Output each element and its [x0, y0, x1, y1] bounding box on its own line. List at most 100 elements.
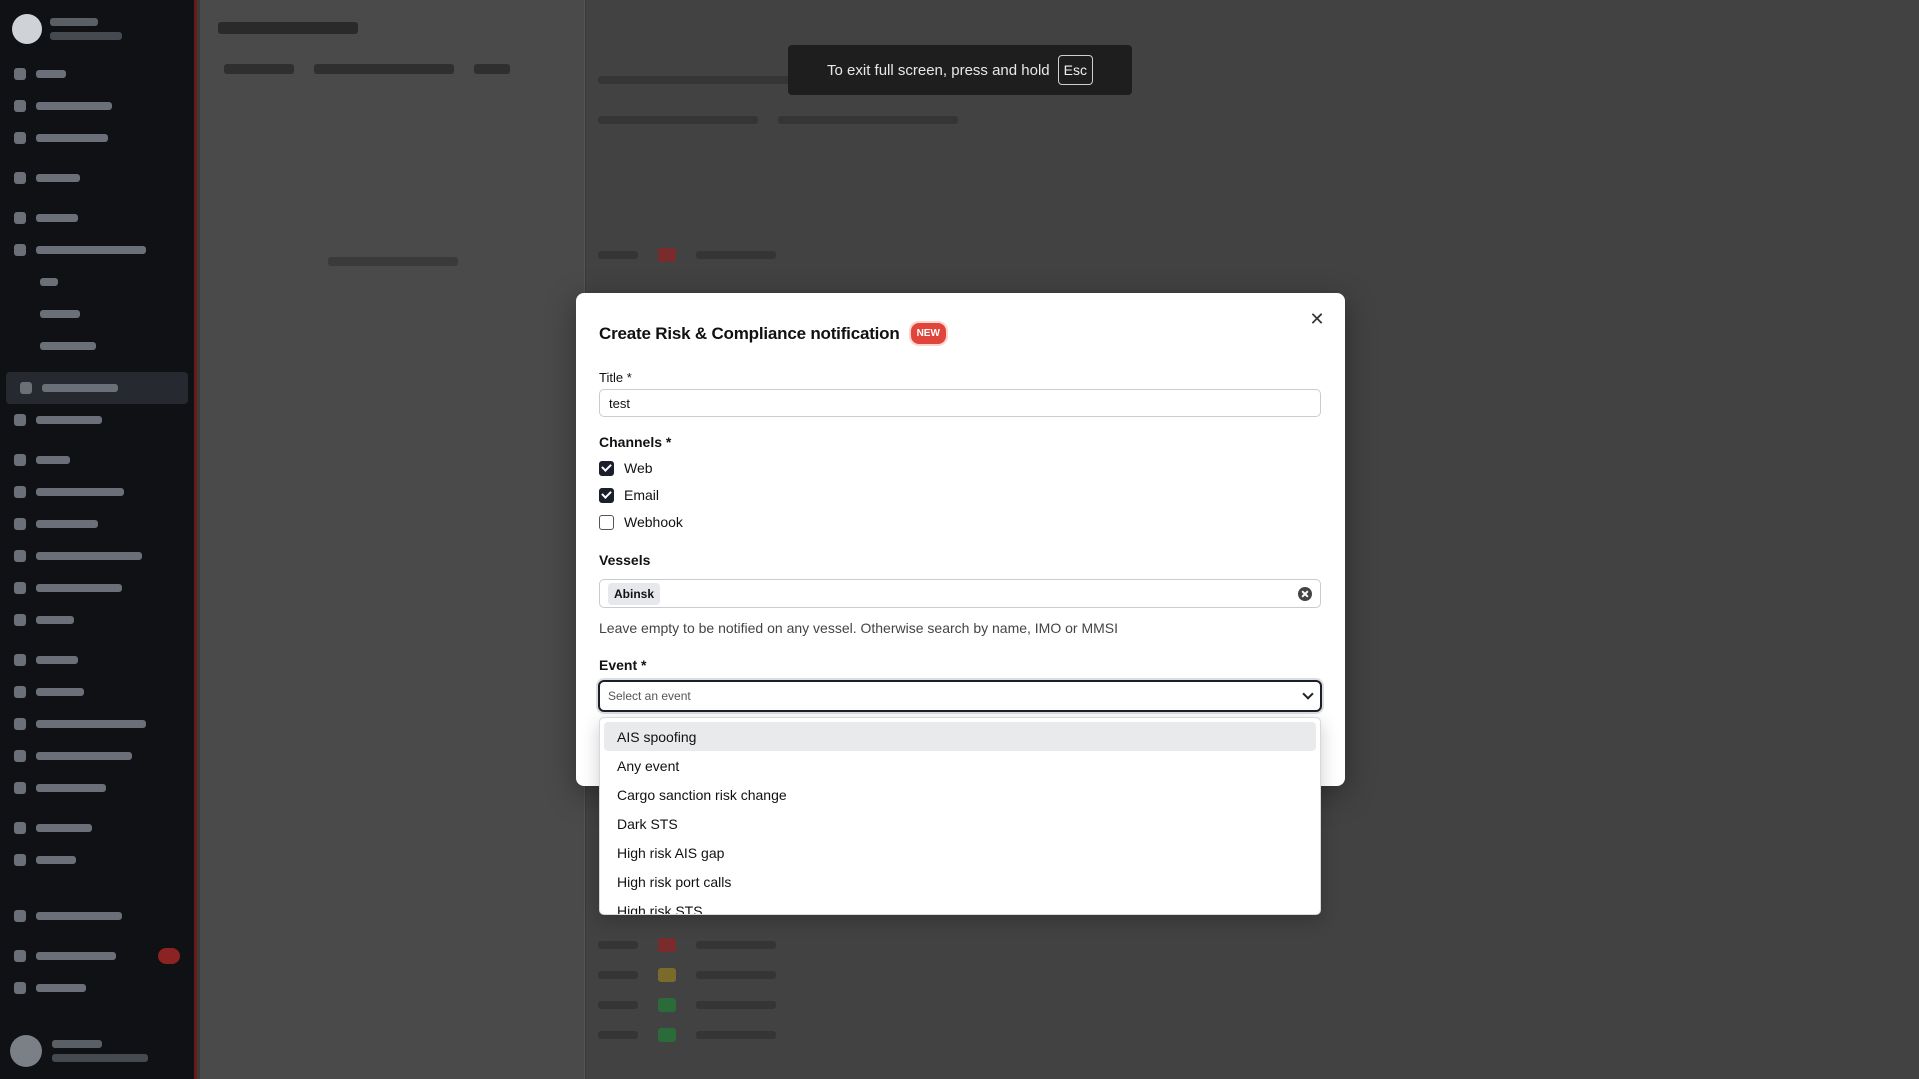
esc-key-hint: Esc: [1057, 55, 1093, 85]
event-dropdown-menu: AIS spoofing Any event Cargo sanction ri…: [599, 717, 1321, 915]
notification-count-badge: [158, 948, 180, 964]
sidebar-item[interactable]: [0, 476, 194, 508]
email-checkbox-label: Email: [624, 487, 660, 503]
nav-icon: [14, 414, 26, 426]
sidebar-item[interactable]: [0, 122, 194, 154]
vessels-label: Vessels: [599, 552, 651, 568]
channels-label: Channels *: [599, 434, 672, 450]
nav-icon: [14, 100, 26, 112]
avatar: [10, 1035, 42, 1067]
close-icon[interactable]: ✕: [1307, 309, 1327, 329]
event-option-cargo-sanction-risk-change[interactable]: Cargo sanction risk change: [604, 780, 1316, 809]
title-label: Title *: [599, 370, 632, 385]
channel-web-option[interactable]: Web: [599, 460, 653, 476]
webhook-checkbox[interactable]: [599, 514, 614, 530]
sidebar-item[interactable]: [0, 740, 194, 772]
notifications-panel: [200, 0, 585, 1079]
nav-icon: [14, 910, 26, 922]
sidebar-subitem[interactable]: [0, 330, 194, 362]
status-indicator: [658, 938, 676, 952]
sidebar-item[interactable]: [0, 90, 194, 122]
nav-icon: [14, 132, 26, 144]
webhook-checkbox-label: Webhook: [624, 514, 683, 530]
notifications-tabs: [224, 64, 510, 74]
status-indicator: [658, 998, 676, 1012]
event-option-high-risk-port-calls[interactable]: High risk port calls: [604, 867, 1316, 896]
event-select[interactable]: Select an event: [598, 680, 1322, 712]
table-row: [598, 960, 1919, 990]
vessels-helper-text: Leave empty to be notified on any vessel…: [599, 620, 1119, 636]
nav-icon: [14, 982, 26, 994]
sidebar-item[interactable]: [0, 162, 194, 194]
sidebar-item[interactable]: [0, 812, 194, 844]
sidebar-item[interactable]: [0, 644, 194, 676]
web-checkbox[interactable]: [599, 460, 614, 476]
status-indicator: [658, 968, 676, 982]
event-option-any-event[interactable]: Any event: [604, 751, 1316, 780]
bell-icon: [14, 950, 26, 962]
sidebar-item[interactable]: [0, 604, 194, 636]
event-option-high-risk-ais-gap[interactable]: High risk AIS gap: [604, 838, 1316, 867]
event-option-dark-sts[interactable]: Dark STS: [604, 809, 1316, 838]
nav-icon: [20, 382, 32, 394]
chevron-down-icon: [1302, 688, 1314, 700]
nav-icon: [14, 782, 26, 794]
channel-webhook-option[interactable]: Webhook: [599, 514, 683, 530]
sidebar-item[interactable]: [0, 772, 194, 804]
notifications-tab[interactable]: [224, 64, 294, 74]
nav-icon: [14, 654, 26, 666]
sidebar-item[interactable]: [0, 676, 194, 708]
title-input[interactable]: [599, 389, 1321, 417]
sidebar-item[interactable]: [0, 900, 194, 932]
nav-icon: [14, 822, 26, 834]
user-menu[interactable]: [10, 1035, 148, 1067]
sidebar-subitem[interactable]: [0, 266, 194, 298]
sidebar-item-notifications[interactable]: [0, 940, 194, 972]
create-notification-modal: ✕ Create Risk & Compliance notification …: [576, 293, 1345, 786]
nav-icon: [14, 486, 26, 498]
fullscreen-exit-toast: To exit full screen, press and hold Esc: [788, 45, 1132, 95]
sidebar-item[interactable]: [0, 234, 194, 266]
nav-icon: [14, 718, 26, 730]
sidebar-item[interactable]: [0, 844, 194, 876]
sidebar-item[interactable]: [0, 404, 194, 436]
nav-icon: [14, 68, 26, 80]
vessel-chip[interactable]: Abinsk: [608, 582, 661, 605]
email-checkbox[interactable]: [599, 487, 614, 503]
sidebar-item[interactable]: [0, 58, 194, 90]
sidebar-subitem[interactable]: [0, 298, 194, 330]
event-option-high-risk-sts[interactable]: High risk STS: [604, 896, 1316, 915]
nav-icon: [14, 454, 26, 466]
channel-email-option[interactable]: Email: [599, 487, 659, 503]
notifications-tab[interactable]: [474, 64, 510, 74]
vessels-multiselect[interactable]: Abinsk: [599, 579, 1321, 608]
sidebar-item[interactable]: [0, 202, 194, 234]
event-option-ais-spoofing[interactable]: AIS spoofing: [604, 722, 1316, 751]
sidebar-item[interactable]: [0, 972, 194, 1004]
nav-icon: [14, 750, 26, 762]
sidebar-item[interactable]: [0, 508, 194, 540]
notifications-tab[interactable]: [314, 64, 454, 74]
clear-icon[interactable]: [1298, 586, 1312, 601]
table-row: [598, 105, 1919, 135]
sidebar-item-active[interactable]: [6, 372, 188, 404]
sidebar: [0, 0, 197, 1079]
nav-icon: [14, 244, 26, 256]
sidebar-header: [0, 0, 194, 58]
web-checkbox-label: Web: [624, 460, 653, 476]
table-row: [598, 1020, 1919, 1050]
sidebar-item[interactable]: [0, 540, 194, 572]
sidebar-item[interactable]: [0, 708, 194, 740]
event-select-placeholder: Select an event: [608, 689, 691, 703]
nav-icon: [14, 614, 26, 626]
nav-icon: [14, 854, 26, 866]
notifications-panel-title: [218, 22, 358, 34]
sidebar-item[interactable]: [0, 444, 194, 476]
modal-header: Create Risk & Compliance notification NE…: [599, 321, 948, 346]
nav-icon: [14, 518, 26, 530]
sidebar-item[interactable]: [0, 572, 194, 604]
workspace-name: [50, 18, 98, 26]
status-indicator: [658, 1028, 676, 1042]
fullscreen-toast-message: To exit full screen, press and hold: [827, 61, 1050, 79]
table-row: [598, 990, 1919, 1020]
